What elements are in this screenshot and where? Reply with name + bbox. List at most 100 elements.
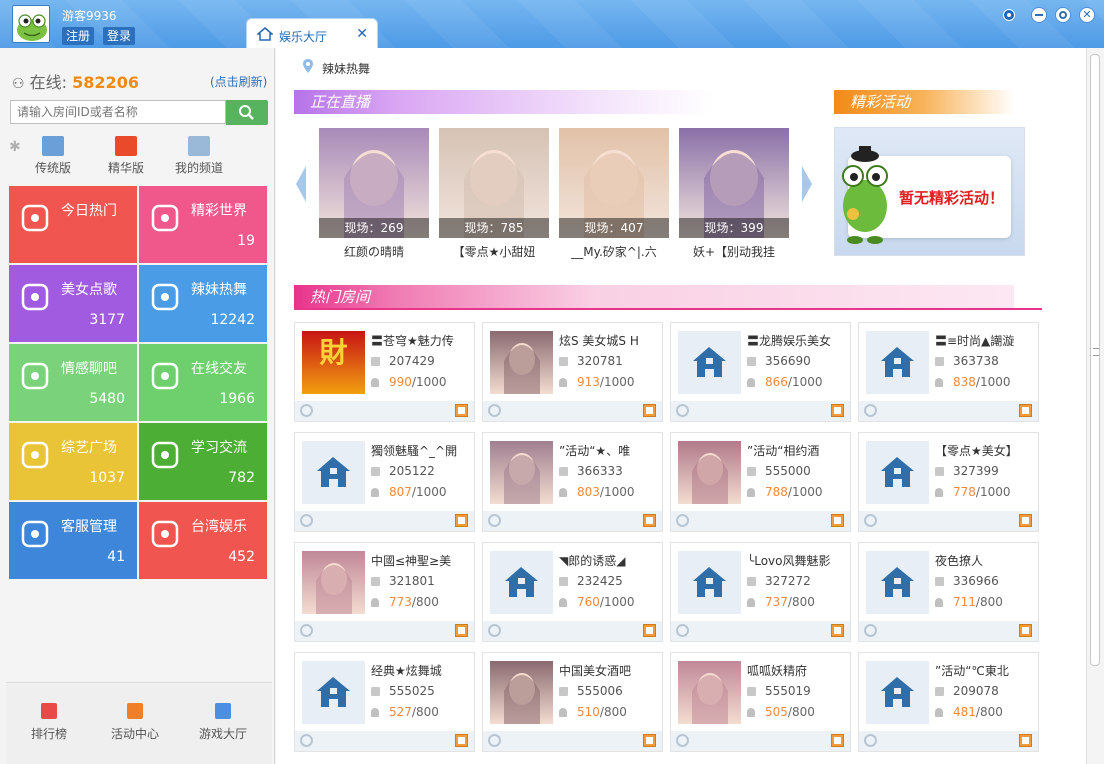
scrollbar-thumb[interactable] (1090, 54, 1100, 666)
room-card[interactable]: ”活动“★、唯 366333 803/1000 (482, 432, 663, 532)
room-capacity: /1000 (787, 375, 823, 389)
room-occupancy: 505/800 (747, 705, 815, 719)
person-icon (747, 708, 755, 717)
room-layout-icon[interactable] (831, 404, 844, 417)
room-info-icon[interactable] (864, 404, 877, 417)
carousel-next-arrow-icon[interactable] (800, 166, 814, 202)
search-input[interactable] (10, 100, 226, 124)
room-layout-icon[interactable] (643, 624, 656, 637)
room-card[interactable]: 中國≤神聖≥美 321801 773/800 (294, 542, 475, 642)
room-layout-icon[interactable] (455, 734, 468, 747)
live-stream-card[interactable]: 现场：407 __My.矽家^|.六 (559, 128, 669, 260)
room-info-icon[interactable] (488, 404, 501, 417)
room-title: ◥郎的诱惑◢ (559, 554, 626, 568)
category-tile[interactable]: 美女点歌 3177 (9, 265, 137, 342)
room-layout-icon[interactable] (455, 624, 468, 637)
room-card[interactable]: 〓龙腾娱乐美女 356690 866/1000 (670, 322, 851, 422)
category-tile[interactable]: 辣妹热舞 12242 (139, 265, 267, 342)
login-button[interactable]: 登录 (103, 27, 136, 45)
room-info-icon[interactable] (300, 404, 313, 417)
person-icon (371, 598, 379, 607)
user-icon: ⚇ (12, 76, 25, 92)
room-info-icon[interactable] (864, 734, 877, 747)
refresh-link[interactable]: (点击刷新) (210, 73, 267, 90)
room-info-icon[interactable] (864, 624, 877, 637)
carousel-prev-arrow-icon[interactable] (294, 166, 308, 202)
live-stream-card[interactable]: 现场：269 红颜の晴晴 (319, 128, 429, 260)
room-info-icon[interactable] (300, 734, 313, 747)
room-layout-icon[interactable] (1019, 514, 1032, 527)
room-layout-icon[interactable] (643, 514, 656, 527)
room-card[interactable]: 財〓苍穹★魅力传 207429 990/1000 (294, 322, 475, 422)
close-tab-icon[interactable]: ✕ (356, 26, 368, 42)
settings-gear-icon[interactable] (1001, 7, 1017, 23)
room-info-icon[interactable] (488, 624, 501, 637)
room-layout-icon[interactable] (455, 404, 468, 417)
room-card[interactable]: 【零点★美女】 327399 778/1000 (858, 432, 1039, 532)
view-tab-1[interactable]: 精华版 (91, 136, 161, 176)
room-card[interactable]: 〓≡时尚▲謿漩 363738 838/1000 (858, 322, 1039, 422)
user-avatar[interactable] (12, 5, 50, 43)
view-tab-2[interactable]: 我的频道 (164, 136, 234, 176)
register-button[interactable]: 注册 (62, 27, 95, 45)
room-info-icon[interactable] (676, 624, 689, 637)
tab-entertainment-hall[interactable]: 娱乐大厅 ✕ (246, 18, 378, 49)
room-card[interactable]: ”活动“相约酒 555000 788/1000 (670, 432, 851, 532)
live-section-header: 正在直播 (294, 90, 714, 114)
room-info-icon[interactable] (676, 734, 689, 747)
room-id: 356690 (765, 354, 811, 368)
room-layout-icon[interactable] (1019, 404, 1032, 417)
bottom-nav-item[interactable]: 活动中心 (102, 703, 168, 742)
live-stream-card[interactable]: 现场：399 妖+【别动我挂 (679, 128, 789, 260)
category-tile[interactable]: 综艺广场 1037 (9, 423, 137, 500)
room-info-icon[interactable] (300, 624, 313, 637)
room-card[interactable]: ”活动“℃東北 209078 481/800 (858, 652, 1039, 752)
scrollbar[interactable] (1086, 48, 1104, 764)
room-title: 炫S 美女城S H (559, 334, 639, 348)
category-tile[interactable]: 客服管理 41 (9, 502, 137, 579)
minimize-icon[interactable] (1031, 7, 1047, 23)
live-stream-card[interactable]: 现场：785 【零点★小甜妞 (439, 128, 549, 260)
room-layout-icon[interactable] (831, 734, 844, 747)
room-card[interactable]: 獨领魅騷^_^開 205122 807/1000 (294, 432, 475, 532)
room-people: 803 (577, 485, 600, 499)
room-id-row: 555006 (559, 684, 623, 698)
room-card[interactable]: ╰Lovo风舞魅影 327272 737/800 (670, 542, 851, 642)
room-info-icon[interactable] (488, 734, 501, 747)
room-info-icon[interactable] (676, 404, 689, 417)
category-tile[interactable]: 情感聊吧 5480 (9, 344, 137, 421)
room-info-icon[interactable] (300, 514, 313, 527)
category-tile[interactable]: 精彩世界 19 (139, 186, 267, 263)
category-tile[interactable]: 台湾娱乐 452 (139, 502, 267, 579)
close-window-icon[interactable]: ✕ (1079, 7, 1095, 23)
room-layout-icon[interactable] (643, 404, 656, 417)
room-card[interactable]: 夜色撩人 336966 711/800 (858, 542, 1039, 642)
room-card[interactable]: 经典★炫舞城 555025 527/800 (294, 652, 475, 752)
room-layout-icon[interactable] (1019, 734, 1032, 747)
default-room-image (866, 661, 929, 724)
room-card[interactable]: 中国美女酒吧 555006 510/800 (482, 652, 663, 752)
room-card[interactable]: 炫S 美女城S H 320781 913/1000 (482, 322, 663, 422)
search-button[interactable] (226, 100, 268, 125)
room-card[interactable]: ◥郎的诱惑◢ 232425 760/1000 (482, 542, 663, 642)
category-tile[interactable]: 今日热门 (9, 186, 137, 263)
room-occupancy: 773/800 (371, 595, 439, 609)
room-layout-icon[interactable] (1019, 624, 1032, 637)
room-layout-icon[interactable] (455, 514, 468, 527)
room-info-icon[interactable] (676, 514, 689, 527)
maximize-icon[interactable] (1055, 7, 1071, 23)
room-info-icon[interactable] (864, 514, 877, 527)
bottom-nav-item[interactable]: 游戏大厅 (190, 703, 256, 742)
category-tile[interactable]: 在线交友 1966 (139, 344, 267, 421)
room-layout-icon[interactable] (643, 734, 656, 747)
room-layout-icon[interactable] (831, 624, 844, 637)
live-stream-thumbnail: 现场：407 (559, 128, 669, 238)
room-info-icon[interactable] (488, 514, 501, 527)
room-card[interactable]: 呱呱妖精府 555019 505/800 (670, 652, 851, 752)
view-tab-0[interactable]: 传统版 (18, 136, 88, 176)
category-tile[interactable]: 学习交流 782 (139, 423, 267, 500)
live-title: 正在直播 (310, 93, 371, 111)
room-people: 778 (953, 485, 976, 499)
bottom-nav-item[interactable]: 排行榜 (16, 703, 82, 742)
room-layout-icon[interactable] (831, 514, 844, 527)
